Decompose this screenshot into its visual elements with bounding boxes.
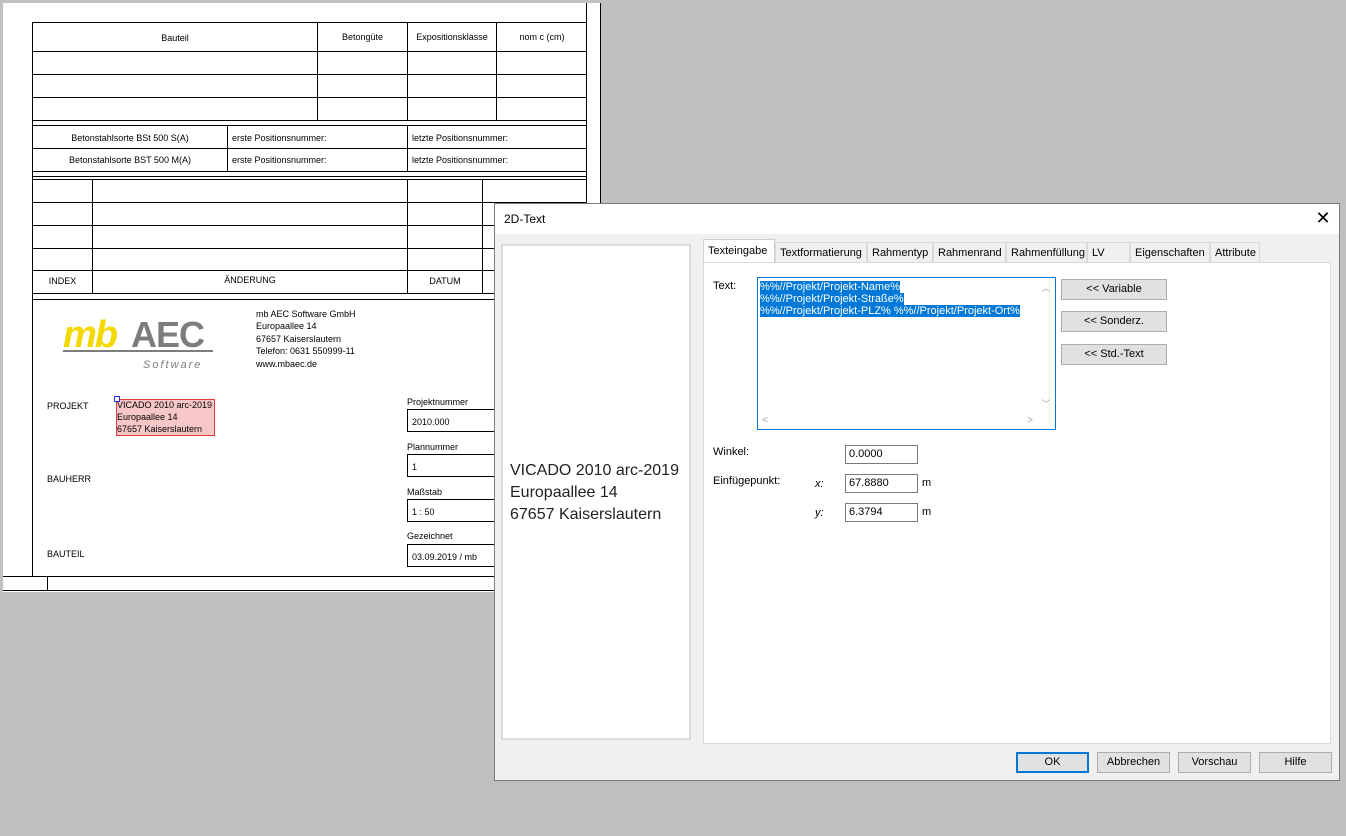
- massstab-box: 1 : 50: [407, 499, 495, 522]
- selection-handle[interactable]: [114, 396, 120, 402]
- preview-line: 67657 Kaiserslautern: [510, 506, 662, 523]
- y-label: y:: [815, 507, 824, 519]
- header-bauteil: Bauteil: [161, 33, 189, 43]
- svg-text:AEC: AEC: [131, 314, 205, 355]
- revision-datum-label: DATUM: [429, 276, 461, 286]
- scroll-up-icon[interactable]: ︿: [1038, 281, 1054, 293]
- tab-textformatierung[interactable]: Textformatierung: [775, 242, 867, 262]
- tab-rahmentyp[interactable]: Rahmentyp: [867, 242, 933, 262]
- tab-rahmenfuellung[interactable]: Rahmenfüllung: [1006, 242, 1087, 262]
- projektnummer-label: Projektnummer: [407, 397, 469, 407]
- steel-row-last: letzte Positionsnummer:: [412, 133, 509, 143]
- steel-row-first: erste Positionsnummer:: [232, 133, 327, 143]
- gezeichnet-value: 03.09.2019 / mb: [412, 552, 478, 562]
- winkel-input[interactable]: 0.0000: [845, 445, 918, 464]
- vorschau-button[interactable]: Vorschau: [1178, 752, 1251, 773]
- header-betonguete: Betongüte: [341, 32, 384, 42]
- scrollbar-vertical[interactable]: ︿ ﹀: [1038, 279, 1054, 414]
- variable-button[interactable]: << Variable: [1061, 279, 1167, 300]
- gezeichnet-box: 03.09.2019 / mb: [407, 544, 495, 567]
- header-expositionsklasse: Expositionsklasse: [416, 32, 488, 42]
- company-line: www.mbaec.de: [256, 359, 318, 369]
- project-text-line: VICADO 2010 arc-2019: [117, 400, 213, 410]
- y-input[interactable]: 6.3794: [845, 503, 918, 522]
- company-line: 67657 Kaiserslautern: [256, 334, 342, 344]
- scroll-left-icon[interactable]: <: [762, 415, 768, 426]
- steel-row-last: letzte Positionsnummer:: [412, 155, 509, 165]
- standard-text-button[interactable]: << Std.-Text: [1061, 344, 1167, 365]
- ok-button[interactable]: OK: [1016, 752, 1089, 773]
- tab-attribute[interactable]: Attribute: [1210, 242, 1260, 262]
- dialog-title: 2D-Text: [504, 212, 546, 226]
- project-text-line: Europaallee 14: [117, 412, 178, 422]
- bauteil-label: BAUTEIL: [47, 549, 85, 559]
- preview-line: Europaallee 14: [510, 484, 618, 501]
- steel-row-first: erste Positionsnummer:: [232, 155, 327, 165]
- text-line: %%//Projekt/Projekt-Straße%: [760, 293, 904, 305]
- scroll-down-icon[interactable]: ﹀: [1038, 397, 1054, 409]
- x-unit: m: [922, 477, 932, 489]
- revision-index-label: INDEX: [48, 276, 77, 286]
- winkel-label: Winkel:: [713, 446, 750, 458]
- plannummer-value: 1: [412, 462, 418, 472]
- y-unit: m: [922, 506, 932, 518]
- mbaec-logo: mb AEC Software: [61, 309, 216, 373]
- sonderzeichen-button[interactable]: << Sonderz.: [1061, 311, 1167, 332]
- svg-text:Software: Software: [143, 359, 202, 371]
- einfuegepunkt-label: Einfügepunkt:: [713, 475, 781, 487]
- x-label: x:: [815, 478, 824, 490]
- tab-lv[interactable]: LV: [1087, 242, 1130, 262]
- x-input[interactable]: 67.8880: [845, 474, 918, 493]
- company-line: mb AEC Software GmbH: [256, 309, 356, 319]
- text-label: Text:: [713, 280, 737, 292]
- tab-eigenschaften[interactable]: Eigenschaften: [1130, 242, 1210, 262]
- header-nom-c: nom c (cm): [519, 32, 565, 42]
- text-line: %%//Projekt/Projekt-PLZ% %%//Projekt/Pro…: [760, 305, 1020, 317]
- scroll-right-icon[interactable]: >: [1027, 415, 1033, 426]
- text-line: %%//Projekt/Projekt-Name%: [760, 281, 900, 293]
- hilfe-button[interactable]: Hilfe: [1259, 752, 1332, 773]
- tab-texteingabe[interactable]: Texteingabe: [703, 239, 775, 262]
- company-line: Telefon: 0631 550999-11: [256, 346, 355, 356]
- revision-aenderung-label: ÄNDERUNG: [224, 275, 276, 285]
- projekt-label: PROJEKT: [47, 401, 89, 411]
- text-2d-dialog: 2D-Text ✕ VICADO 2010 arc-2019 Europaall…: [494, 203, 1340, 781]
- company-line: Europaallee 14: [256, 321, 317, 331]
- projektnummer-value: 2010.000: [412, 417, 450, 427]
- plannummer-box: 1: [407, 454, 495, 477]
- preview-line: VICADO 2010 arc-2019: [510, 462, 679, 479]
- tab-rahmenrand[interactable]: Rahmenrand: [933, 242, 1006, 262]
- massstab-value: 1 : 50: [412, 507, 435, 517]
- steel-row-label: Betonstahlsorte BST 500 M(A): [69, 155, 191, 165]
- svg-text:mb: mb: [63, 314, 118, 356]
- projektnummer-box: 2010.000: [407, 409, 495, 432]
- text-preview: VICADO 2010 arc-2019 Europaallee 14 6765…: [501, 244, 691, 740]
- massstab-label: Maßstab: [407, 487, 443, 497]
- plannummer-label: Plannummer: [407, 442, 459, 452]
- gezeichnet-label: Gezeichnet: [407, 531, 453, 541]
- scrollbar-horizontal[interactable]: < >: [759, 414, 1038, 429]
- close-icon[interactable]: ✕: [1313, 208, 1333, 228]
- abbrechen-button[interactable]: Abbrechen: [1097, 752, 1170, 773]
- project-text-line: 67657 Kaiserslautern: [117, 424, 203, 434]
- dialog-title-bar[interactable]: [495, 204, 1339, 234]
- text-input-area[interactable]: %%//Projekt/Projekt-Name% %%//Projekt/Pr…: [757, 277, 1056, 430]
- selected-project-text[interactable]: VICADO 2010 arc-2019 Europaallee 14 6765…: [116, 399, 215, 436]
- bauherr-label: BAUHERR: [47, 474, 92, 484]
- steel-row-label: Betonstahlsorte BSt 500 S(A): [71, 133, 189, 143]
